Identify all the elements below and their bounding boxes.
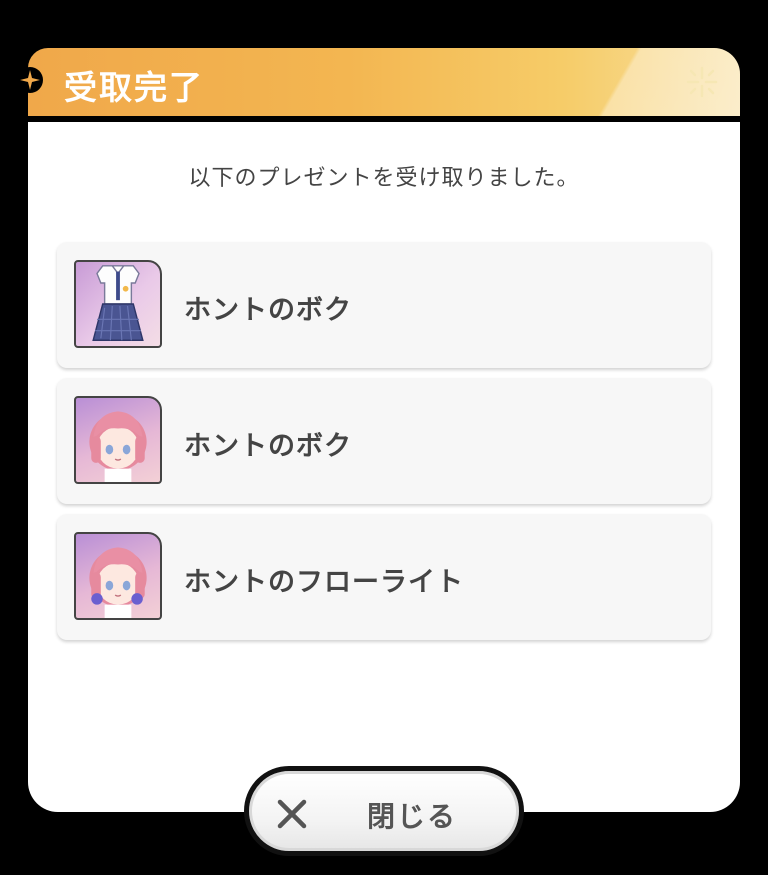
present-received-dialog: 受取完了 以下のプレゼントを受け取りました。 ホントのボク ホントのボク ホント… (17, 46, 740, 812)
item-name: ホントのボク (184, 295, 352, 326)
received-message: 以下のプレゼントを受け取りました。 (188, 166, 580, 191)
item-name: ホントのボク (184, 431, 352, 462)
sparkle-icon (686, 66, 718, 98)
close-button-label: 閉じる (367, 800, 458, 833)
dialog-header: 受取完了 (28, 48, 740, 116)
present-item: ホントのボク (57, 242, 711, 368)
dialog-body: 以下のプレゼントを受け取りました。 ホントのボク ホントのボク ホントのフローラ… (28, 122, 740, 812)
costume-outfit-icon (74, 260, 162, 348)
close-icon (277, 799, 307, 829)
close-button[interactable]: 閉じる (244, 766, 524, 856)
item-name: ホントのフローライト (184, 567, 464, 598)
header-star-icon (17, 67, 43, 93)
dialog-title: 受取完了 (64, 68, 204, 107)
present-item: ホントのフローライト (57, 514, 711, 640)
present-item: ホントのボク (57, 378, 711, 504)
character-hair-icon (74, 396, 162, 484)
character-accessory-icon (74, 532, 162, 620)
screen: 受取完了 以下のプレゼントを受け取りました。 ホントのボク ホントのボク ホント… (0, 0, 768, 875)
